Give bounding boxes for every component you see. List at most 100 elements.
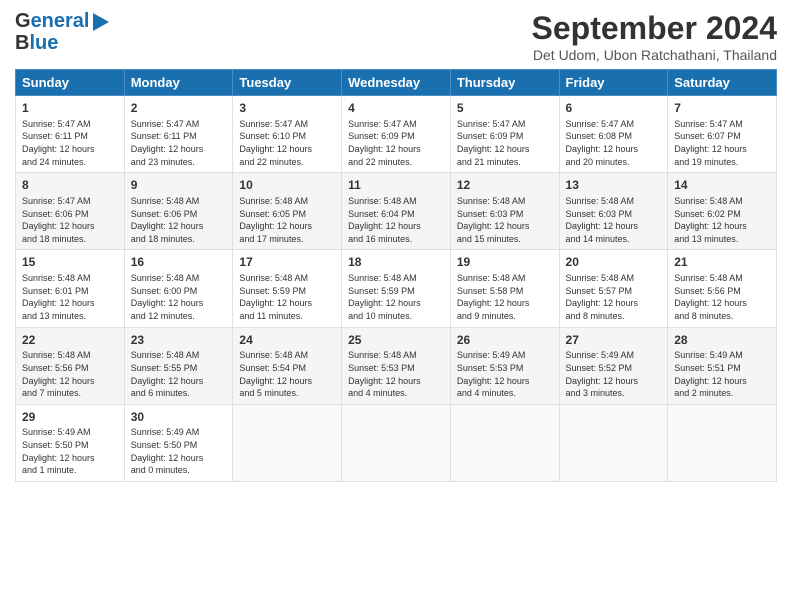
day-info: Sunrise: 5:49 AM Sunset: 5:51 PM Dayligh… <box>674 349 770 399</box>
title-section: September 2024 Det Udom, Ubon Ratchathan… <box>532 10 777 63</box>
day-info: Sunrise: 5:47 AM Sunset: 6:07 PM Dayligh… <box>674 118 770 168</box>
calendar-cell: 25Sunrise: 5:48 AM Sunset: 5:53 PM Dayli… <box>342 327 451 404</box>
day-number: 27 <box>566 332 662 349</box>
day-number: 29 <box>22 409 118 426</box>
day-info: Sunrise: 5:48 AM Sunset: 6:03 PM Dayligh… <box>566 195 662 245</box>
col-friday: Friday <box>559 70 668 96</box>
day-number: 20 <box>566 254 662 271</box>
logo-general-eneral: eneral <box>31 10 90 32</box>
calendar-week-5: 29Sunrise: 5:49 AM Sunset: 5:50 PM Dayli… <box>16 404 777 481</box>
day-info: Sunrise: 5:48 AM Sunset: 6:04 PM Dayligh… <box>348 195 444 245</box>
col-sunday: Sunday <box>16 70 125 96</box>
calendar-cell: 3Sunrise: 5:47 AM Sunset: 6:10 PM Daylig… <box>233 96 342 173</box>
calendar-cell: 30Sunrise: 5:49 AM Sunset: 5:50 PM Dayli… <box>124 404 233 481</box>
day-number: 18 <box>348 254 444 271</box>
calendar-cell: 12Sunrise: 5:48 AM Sunset: 6:03 PM Dayli… <box>450 173 559 250</box>
day-number: 8 <box>22 177 118 194</box>
day-info: Sunrise: 5:47 AM Sunset: 6:10 PM Dayligh… <box>239 118 335 168</box>
day-number: 2 <box>131 100 227 117</box>
calendar-cell: 14Sunrise: 5:48 AM Sunset: 6:02 PM Dayli… <box>668 173 777 250</box>
day-info: Sunrise: 5:48 AM Sunset: 5:58 PM Dayligh… <box>457 272 553 322</box>
day-info: Sunrise: 5:49 AM Sunset: 5:53 PM Dayligh… <box>457 349 553 399</box>
day-info: Sunrise: 5:48 AM Sunset: 5:56 PM Dayligh… <box>22 349 118 399</box>
calendar-cell: 11Sunrise: 5:48 AM Sunset: 6:04 PM Dayli… <box>342 173 451 250</box>
day-info: Sunrise: 5:48 AM Sunset: 5:59 PM Dayligh… <box>348 272 444 322</box>
calendar-cell: 21Sunrise: 5:48 AM Sunset: 5:56 PM Dayli… <box>668 250 777 327</box>
day-number: 30 <box>131 409 227 426</box>
header: G eneral B lue September 2024 Det Udom, … <box>15 10 777 63</box>
calendar-cell: 16Sunrise: 5:48 AM Sunset: 6:00 PM Dayli… <box>124 250 233 327</box>
calendar-cell: 2Sunrise: 5:47 AM Sunset: 6:11 PM Daylig… <box>124 96 233 173</box>
page: G eneral B lue September 2024 Det Udom, … <box>0 0 792 612</box>
month-title: September 2024 <box>532 10 777 47</box>
calendar-cell: 8Sunrise: 5:47 AM Sunset: 6:06 PM Daylig… <box>16 173 125 250</box>
calendar-cell <box>668 404 777 481</box>
logo: G eneral B lue <box>15 10 109 54</box>
logo-arrow-icon <box>93 13 109 31</box>
calendar-cell <box>559 404 668 481</box>
calendar-cell: 26Sunrise: 5:49 AM Sunset: 5:53 PM Dayli… <box>450 327 559 404</box>
calendar-cell: 1Sunrise: 5:47 AM Sunset: 6:11 PM Daylig… <box>16 96 125 173</box>
day-info: Sunrise: 5:47 AM Sunset: 6:09 PM Dayligh… <box>348 118 444 168</box>
day-number: 9 <box>131 177 227 194</box>
day-number: 13 <box>566 177 662 194</box>
day-number: 11 <box>348 177 444 194</box>
calendar-cell: 7Sunrise: 5:47 AM Sunset: 6:07 PM Daylig… <box>668 96 777 173</box>
calendar-cell: 4Sunrise: 5:47 AM Sunset: 6:09 PM Daylig… <box>342 96 451 173</box>
col-wednesday: Wednesday <box>342 70 451 96</box>
day-info: Sunrise: 5:49 AM Sunset: 5:50 PM Dayligh… <box>22 426 118 476</box>
day-info: Sunrise: 5:48 AM Sunset: 6:02 PM Dayligh… <box>674 195 770 245</box>
col-saturday: Saturday <box>668 70 777 96</box>
day-info: Sunrise: 5:47 AM Sunset: 6:08 PM Dayligh… <box>566 118 662 168</box>
calendar-cell: 28Sunrise: 5:49 AM Sunset: 5:51 PM Dayli… <box>668 327 777 404</box>
calendar-week-1: 1Sunrise: 5:47 AM Sunset: 6:11 PM Daylig… <box>16 96 777 173</box>
day-info: Sunrise: 5:48 AM Sunset: 5:59 PM Dayligh… <box>239 272 335 322</box>
calendar-cell: 20Sunrise: 5:48 AM Sunset: 5:57 PM Dayli… <box>559 250 668 327</box>
location-title: Det Udom, Ubon Ratchathani, Thailand <box>532 47 777 63</box>
day-info: Sunrise: 5:48 AM Sunset: 6:06 PM Dayligh… <box>131 195 227 245</box>
day-info: Sunrise: 5:49 AM Sunset: 5:52 PM Dayligh… <box>566 349 662 399</box>
day-number: 14 <box>674 177 770 194</box>
day-number: 12 <box>457 177 553 194</box>
day-info: Sunrise: 5:47 AM Sunset: 6:06 PM Dayligh… <box>22 195 118 245</box>
day-info: Sunrise: 5:48 AM Sunset: 6:05 PM Dayligh… <box>239 195 335 245</box>
day-number: 1 <box>22 100 118 117</box>
calendar-cell <box>342 404 451 481</box>
day-number: 15 <box>22 254 118 271</box>
day-number: 17 <box>239 254 335 271</box>
col-thursday: Thursday <box>450 70 559 96</box>
calendar-cell: 27Sunrise: 5:49 AM Sunset: 5:52 PM Dayli… <box>559 327 668 404</box>
calendar-cell: 10Sunrise: 5:48 AM Sunset: 6:05 PM Dayli… <box>233 173 342 250</box>
logo-blue-b: B <box>15 32 29 54</box>
col-tuesday: Tuesday <box>233 70 342 96</box>
col-monday: Monday <box>124 70 233 96</box>
day-number: 16 <box>131 254 227 271</box>
calendar-week-3: 15Sunrise: 5:48 AM Sunset: 6:01 PM Dayli… <box>16 250 777 327</box>
day-info: Sunrise: 5:48 AM Sunset: 6:00 PM Dayligh… <box>131 272 227 322</box>
calendar-cell: 19Sunrise: 5:48 AM Sunset: 5:58 PM Dayli… <box>450 250 559 327</box>
day-number: 5 <box>457 100 553 117</box>
logo-blue-lue: lue <box>29 32 58 54</box>
day-number: 25 <box>348 332 444 349</box>
day-number: 10 <box>239 177 335 194</box>
day-info: Sunrise: 5:47 AM Sunset: 6:11 PM Dayligh… <box>131 118 227 168</box>
calendar-cell <box>450 404 559 481</box>
calendar-cell: 5Sunrise: 5:47 AM Sunset: 6:09 PM Daylig… <box>450 96 559 173</box>
day-number: 26 <box>457 332 553 349</box>
day-info: Sunrise: 5:48 AM Sunset: 5:57 PM Dayligh… <box>566 272 662 322</box>
day-info: Sunrise: 5:49 AM Sunset: 5:50 PM Dayligh… <box>131 426 227 476</box>
calendar-header-row: Sunday Monday Tuesday Wednesday Thursday… <box>16 70 777 96</box>
day-info: Sunrise: 5:48 AM Sunset: 6:01 PM Dayligh… <box>22 272 118 322</box>
day-number: 24 <box>239 332 335 349</box>
calendar-cell: 24Sunrise: 5:48 AM Sunset: 5:54 PM Dayli… <box>233 327 342 404</box>
day-number: 21 <box>674 254 770 271</box>
day-number: 23 <box>131 332 227 349</box>
day-info: Sunrise: 5:47 AM Sunset: 6:11 PM Dayligh… <box>22 118 118 168</box>
calendar-cell: 6Sunrise: 5:47 AM Sunset: 6:08 PM Daylig… <box>559 96 668 173</box>
calendar-cell: 29Sunrise: 5:49 AM Sunset: 5:50 PM Dayli… <box>16 404 125 481</box>
calendar-cell <box>233 404 342 481</box>
calendar-cell: 15Sunrise: 5:48 AM Sunset: 6:01 PM Dayli… <box>16 250 125 327</box>
day-number: 7 <box>674 100 770 117</box>
day-number: 3 <box>239 100 335 117</box>
calendar-cell: 13Sunrise: 5:48 AM Sunset: 6:03 PM Dayli… <box>559 173 668 250</box>
